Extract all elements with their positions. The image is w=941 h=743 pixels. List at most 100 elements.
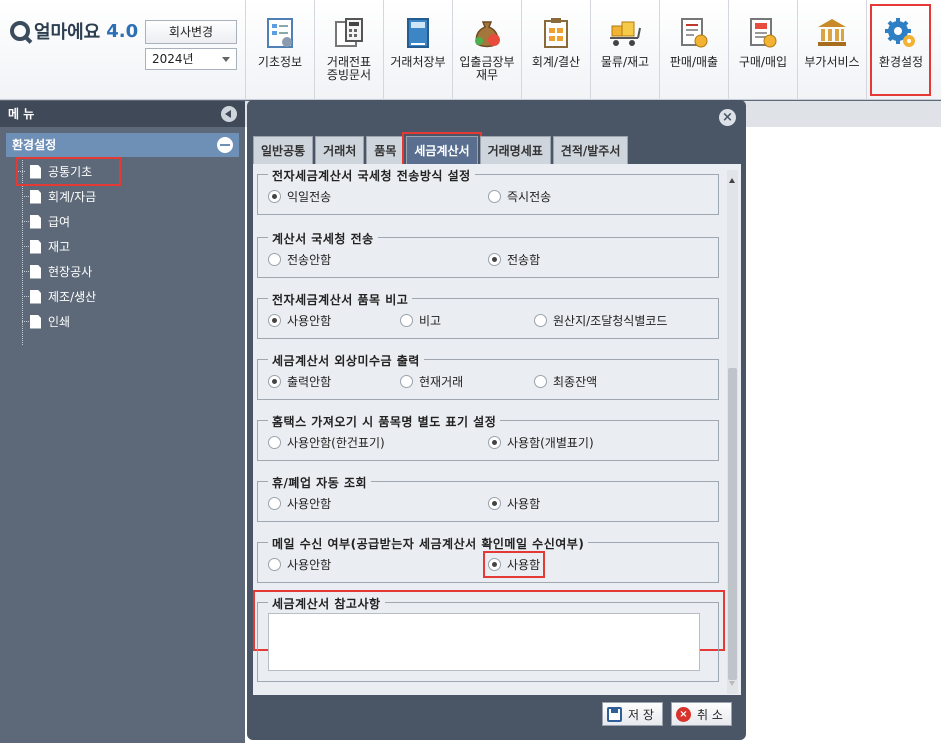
tab-clients[interactable]: 거래처 bbox=[315, 136, 365, 164]
radio-no-print[interactable]: 출력안함 bbox=[268, 373, 331, 390]
radio-mail-on[interactable]: 사용함 bbox=[482, 551, 546, 578]
radio-label: 사용안함 bbox=[287, 497, 332, 511]
tool-settings[interactable]: 환경설정 bbox=[866, 0, 935, 100]
tool-label: 기초정보 bbox=[257, 55, 303, 69]
tool-label: 거래전표 증빙문서 bbox=[326, 55, 372, 82]
save-label: 저 장 bbox=[628, 707, 654, 722]
close-icon[interactable]: × bbox=[719, 109, 736, 126]
radio-immediate[interactable]: 즉시전송 bbox=[488, 188, 551, 205]
menu-title: 메 뉴 bbox=[8, 107, 35, 121]
group-hometax-item: 홈택스 가져오기 시 품목명 별도 표기 설정 사용안함(한건표기) 사용함(개… bbox=[257, 413, 719, 461]
sidebar-item-common[interactable]: 공통기초 bbox=[16, 157, 121, 186]
scroll-thumb[interactable] bbox=[728, 368, 737, 680]
tool-basic-info[interactable]: 기초정보 bbox=[245, 0, 314, 100]
group-title: 홈택스 가져오기 시 품목명 별도 표기 설정 bbox=[268, 413, 501, 430]
gear-icon bbox=[885, 18, 915, 47]
sidebar-item-label: 회계/자금 bbox=[48, 190, 97, 204]
radio-label: 익일전송 bbox=[287, 190, 332, 204]
sidebar-item-construction[interactable]: 현장공사 bbox=[22, 259, 245, 284]
radio-dot bbox=[488, 253, 501, 266]
top-toolbar: 얼마에요 4.0 회사변경 2024년 기초정보 거래전표 증빙문서 거래처장부… bbox=[0, 0, 941, 100]
radio-closure-on[interactable]: 사용함 bbox=[488, 495, 540, 512]
radio-closure-off[interactable]: 사용안함 bbox=[268, 495, 331, 512]
bank-icon bbox=[818, 19, 846, 46]
radio-dot bbox=[268, 375, 281, 388]
sidebar-item-label: 현장공사 bbox=[48, 265, 93, 279]
collapse-section-icon[interactable] bbox=[217, 137, 233, 153]
radio-dot bbox=[534, 314, 547, 327]
document-icon bbox=[30, 314, 41, 329]
radio-dot bbox=[400, 375, 413, 388]
radio-dot bbox=[268, 253, 281, 266]
radio-label: 사용함 bbox=[507, 558, 541, 572]
radio-dot bbox=[488, 436, 501, 449]
radio-note-off[interactable]: 사용안함 bbox=[268, 312, 331, 329]
tool-label: 입출금장부 재무 bbox=[459, 55, 515, 82]
sidebar-item-inventory[interactable]: 재고 bbox=[22, 234, 245, 259]
radio-transmit[interactable]: 전송함 bbox=[488, 251, 540, 268]
tool-cash[interactable]: 입출금장부 재무 bbox=[452, 0, 521, 100]
sidebar-item-payroll[interactable]: 급여 bbox=[22, 209, 245, 234]
cancel-label: 취 소 bbox=[697, 707, 723, 722]
document-icon bbox=[30, 264, 41, 279]
radio-note[interactable]: 비고 bbox=[400, 312, 441, 329]
radio-next-day[interactable]: 익일전송 bbox=[268, 188, 331, 205]
sidebar-item-accounting[interactable]: 회계/자금 bbox=[22, 184, 245, 209]
radio-no-transmit[interactable]: 전송안함 bbox=[268, 251, 331, 268]
chevron-down-icon bbox=[222, 57, 230, 62]
menu-header: 메 뉴 bbox=[0, 101, 245, 127]
radio-origin-code[interactable]: 원산지/조달청식별코드 bbox=[534, 312, 667, 329]
document-icon bbox=[30, 214, 41, 229]
group-title: 전자세금계산서 국세청 전송방식 설정 bbox=[268, 167, 475, 184]
tool-accounting[interactable]: 회계/결산 bbox=[521, 0, 590, 100]
sidebar: 환경설정 공통기초 회계/자금 급여 재고 현장공사 제조/생산 인쇄 bbox=[0, 127, 245, 743]
radio-dot bbox=[534, 375, 547, 388]
group-invoice-transmit: 계산서 국세청 전송 전송안함 전송함 bbox=[257, 230, 719, 278]
save-button[interactable]: 저 장 bbox=[602, 702, 663, 726]
tool-ledger[interactable]: 거래처장부 bbox=[383, 0, 452, 100]
dialog-tabs: 일반공통 거래처 품목 세금계산서 거래명세표 견적/발주서 bbox=[253, 132, 630, 168]
tool-voucher[interactable]: 거래전표 증빙문서 bbox=[314, 0, 383, 100]
panel-scrollbar[interactable] bbox=[727, 170, 738, 694]
tab-general[interactable]: 일반공통 bbox=[253, 136, 314, 164]
group-title: 세금계산서 외상미수금 출력 bbox=[268, 352, 424, 369]
tool-label: 거래처장부 bbox=[390, 55, 446, 69]
tab-quote-order[interactable]: 견적/발주서 bbox=[552, 136, 629, 164]
cart-icon bbox=[610, 21, 641, 46]
radio-dot bbox=[488, 558, 501, 571]
group-title: 메일 수신 여부(공급받는자 세금계산서 확인메일 수신여부) bbox=[268, 535, 589, 552]
scroll-down-icon[interactable] bbox=[729, 681, 735, 686]
group-title: 휴/폐업 자동 조회 bbox=[268, 474, 372, 491]
year-value: 2024년 bbox=[152, 52, 194, 66]
radio-label: 최종잔액 bbox=[553, 375, 598, 389]
tool-logistics[interactable]: 물류/재고 bbox=[590, 0, 659, 100]
tool-addon[interactable]: 부가서비스 bbox=[797, 0, 866, 100]
tool-label: 구매/매입 bbox=[738, 55, 788, 69]
tab-statement[interactable]: 거래명세표 bbox=[479, 136, 551, 164]
scroll-up-icon[interactable] bbox=[729, 178, 735, 183]
radio-final-balance[interactable]: 최종잔액 bbox=[534, 373, 597, 390]
radio-label: 즉시전송 bbox=[507, 190, 552, 204]
collapse-menu-icon[interactable] bbox=[221, 106, 237, 122]
tool-sales[interactable]: 판매/매출 bbox=[659, 0, 728, 100]
menu-section-settings[interactable]: 환경설정 bbox=[6, 133, 239, 157]
cancel-button[interactable]: × 취 소 bbox=[671, 702, 732, 726]
radio-mail-off[interactable]: 사용안함 bbox=[268, 556, 331, 573]
tool-label: 회계/결산 bbox=[531, 55, 581, 69]
year-select[interactable]: 2024년 bbox=[145, 48, 237, 70]
tab-tax-invoice[interactable]: 세금계산서 bbox=[402, 132, 482, 168]
radio-current[interactable]: 현재거래 bbox=[400, 373, 463, 390]
form-icon bbox=[267, 18, 293, 48]
sidebar-item-print[interactable]: 인쇄 bbox=[22, 309, 245, 334]
tool-purchase[interactable]: 구매/매입 bbox=[728, 0, 797, 100]
radio-label: 전송함 bbox=[507, 253, 541, 267]
group-mail-receive: 메일 수신 여부(공급받는자 세금계산서 확인메일 수신여부) 사용안함 사용함 bbox=[257, 535, 719, 583]
group-title: 전자세금계산서 품목 비고 bbox=[268, 291, 413, 308]
notes-textarea[interactable] bbox=[268, 613, 700, 671]
change-company-button[interactable]: 회사변경 bbox=[145, 20, 237, 44]
radio-single[interactable]: 사용안함(한건표기) bbox=[268, 434, 385, 451]
radio-separate[interactable]: 사용함(개별표기) bbox=[488, 434, 594, 451]
moneybag-icon bbox=[475, 21, 500, 48]
tab-items[interactable]: 품목 bbox=[366, 136, 405, 164]
sidebar-item-manufacturing[interactable]: 제조/생산 bbox=[22, 284, 245, 309]
